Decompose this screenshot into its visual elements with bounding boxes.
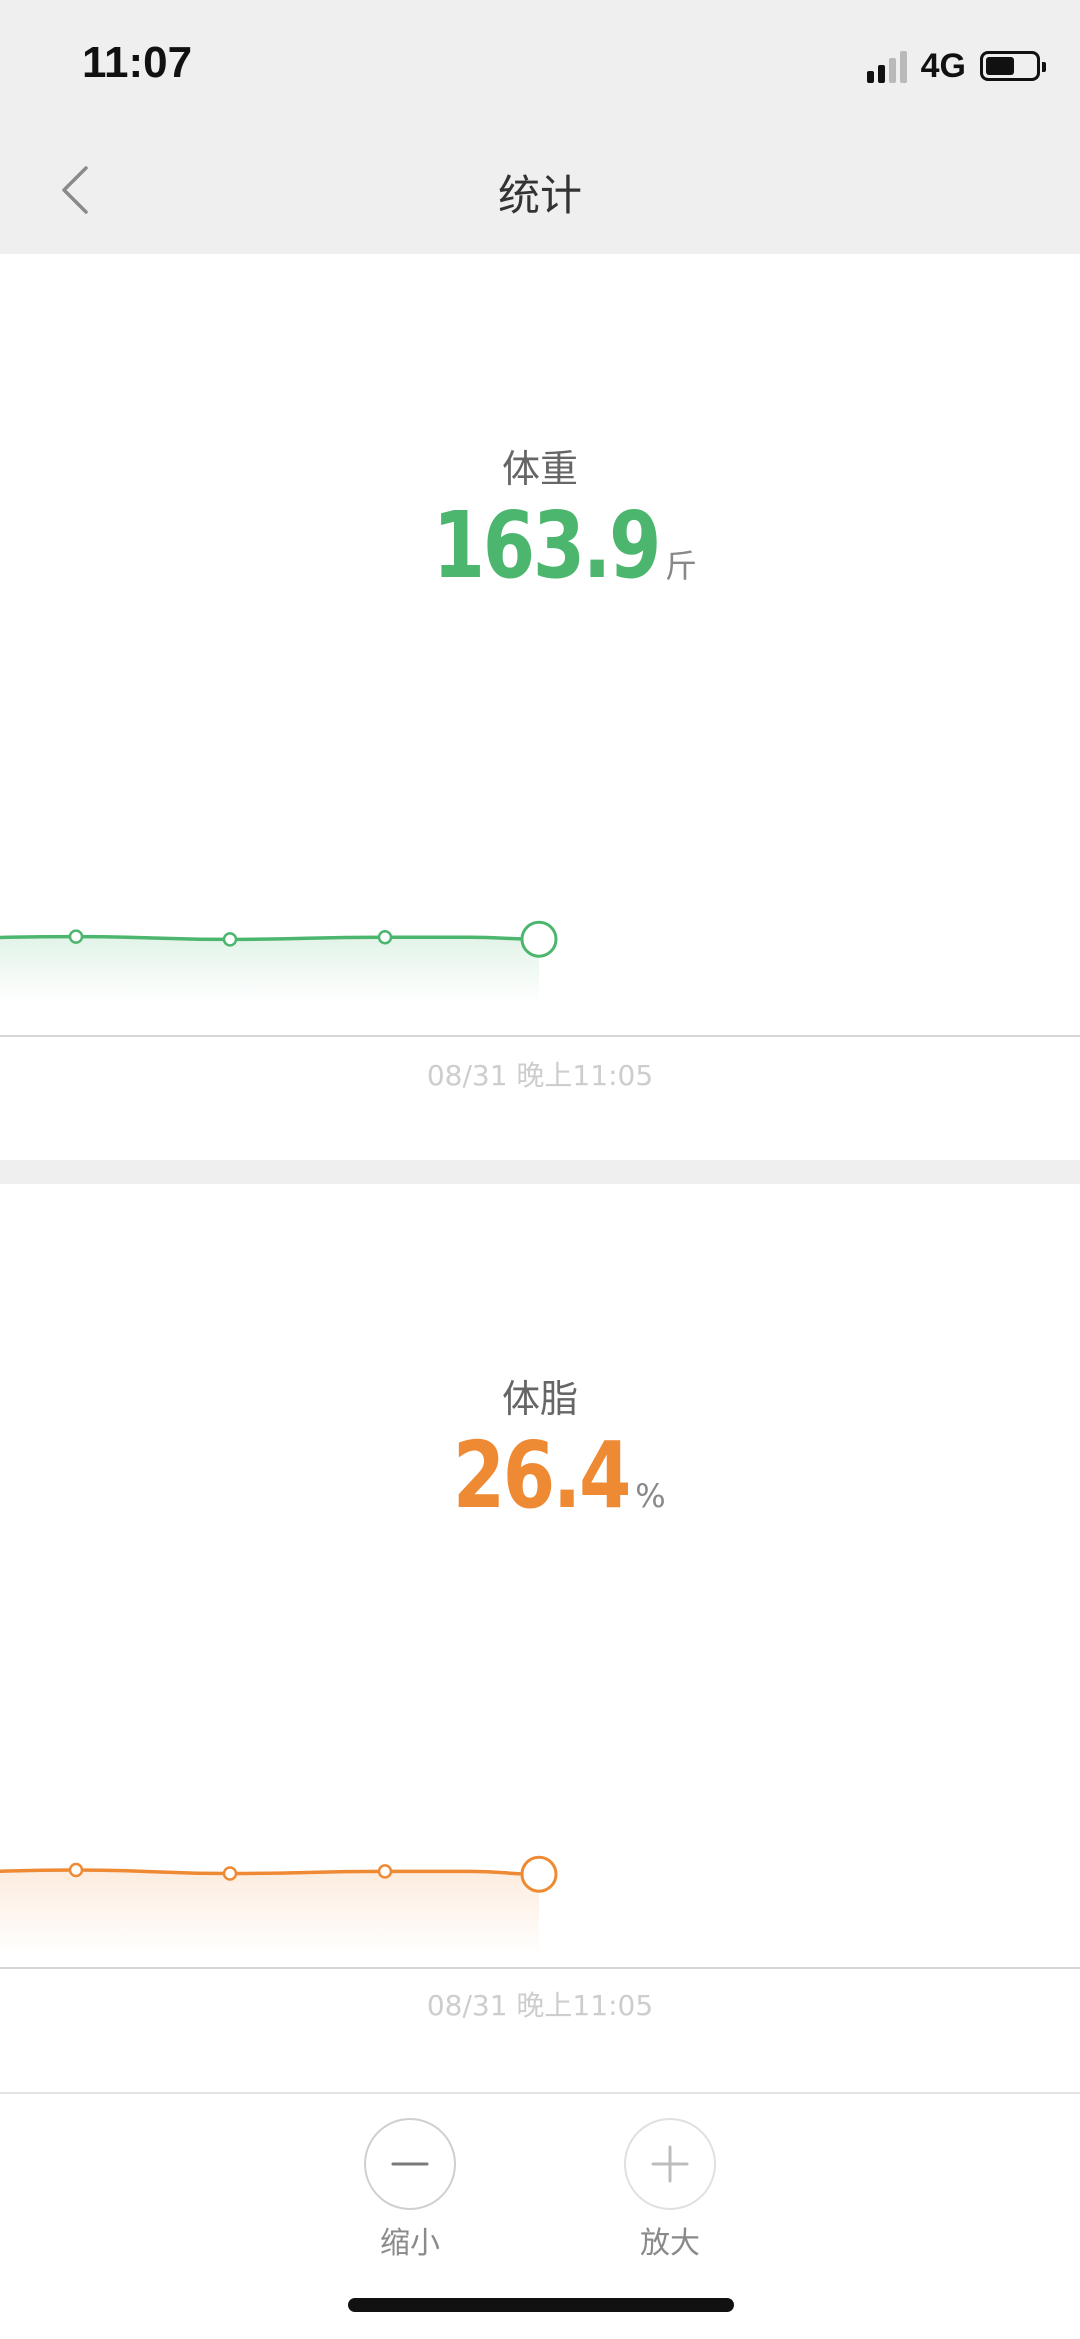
plus-icon — [651, 2145, 689, 2183]
body-fat-data-point[interactable] — [377, 1864, 393, 1879]
page-title: 统计 — [497, 171, 582, 220]
body-fat-data-point[interactable] — [68, 1862, 84, 1878]
signal-icon — [863, 49, 907, 83]
weight-data-point[interactable] — [68, 929, 84, 944]
weight-card: 体重 163.9 斤 08/31 晚上11:05 — [0, 254, 1080, 1160]
weight-label: 体重 — [501, 447, 578, 491]
status-time: 11:07 — [82, 38, 193, 87]
weight-value: 163.9 — [432, 492, 662, 599]
zoom-in-control: 放大 — [610, 2118, 730, 2262]
zoom-out-control: 缩小 — [350, 2118, 470, 2262]
weight-unit: 斤 — [665, 547, 698, 585]
zoom-out-button[interactable] — [364, 2118, 456, 2210]
body-fat-chart-axis — [0, 1967, 1080, 1969]
body-fat-area-fill — [0, 1870, 539, 1956]
weight-data-point[interactable] — [222, 932, 238, 947]
weight-chart-axis — [0, 1035, 1080, 1037]
body-fat-value-row: 26.4 % — [0, 1422, 1080, 1529]
minus-icon — [391, 2162, 429, 2166]
body-fat-card: 体脂 26.4 % 08/31 晚上11:05 — [0, 1184, 1080, 2092]
zoom-out-label: 缩小 — [380, 2226, 440, 2261]
body-fat-trend-chart[interactable] — [0, 1724, 1080, 1984]
body-fat-label: 体脂 — [501, 1377, 578, 1421]
top-bar: 11:07 4G 统计 — [0, 0, 1080, 254]
weight-time-label: 08/31 晚上11:05 — [426, 1059, 654, 1092]
body-fat-value: 26.4 — [452, 1422, 632, 1529]
zoom-in-label: 放大 — [640, 2226, 700, 2261]
home-indicator[interactable] — [348, 2298, 734, 2312]
status-indicators: 4G — [863, 46, 1046, 86]
statistics-screen: 11:07 4G 统计 体重 163.9 斤 08/31 晚上11:05 体脂 … — [0, 0, 1080, 2339]
body-fat-time-label: 08/31 晚上11:05 — [426, 1989, 654, 2022]
network-type: 4G — [920, 46, 966, 85]
body-fat-selected-point[interactable] — [520, 1855, 558, 1893]
battery-icon — [980, 51, 1046, 81]
section-divider — [0, 1160, 1080, 1184]
body-fat-unit: % — [635, 1477, 666, 1515]
weight-trend-chart[interactable] — [0, 884, 1080, 1044]
body-fat-data-point[interactable] — [222, 1866, 238, 1881]
weight-data-point[interactable] — [377, 929, 393, 945]
weight-selected-point[interactable] — [520, 920, 558, 958]
toolbar-divider — [0, 2092, 1080, 2094]
zoom-in-button[interactable] — [624, 2118, 716, 2210]
weight-value-row: 163.9 斤 — [0, 492, 1080, 599]
weight-area-fill — [0, 936, 539, 1004]
